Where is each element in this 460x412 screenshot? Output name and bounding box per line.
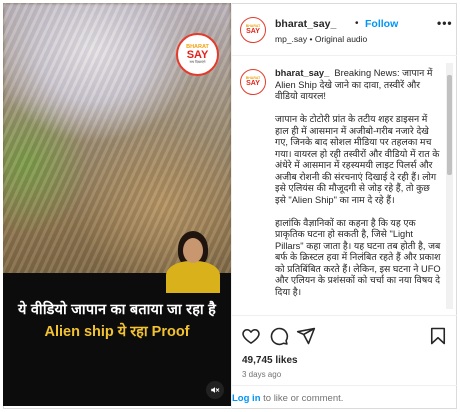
like-button[interactable] bbox=[241, 326, 261, 346]
login-link[interactable]: Log in bbox=[232, 393, 261, 404]
login-prompt-text: to like or comment. bbox=[260, 393, 344, 404]
login-prompt: Log in to like or comment. bbox=[232, 385, 457, 410]
caption-text: bharat_say_ Breaking News: जापान में Ali… bbox=[275, 68, 443, 298]
video-caption-line1: ये वीडियो जापान का बताया जा रहा है bbox=[17, 302, 216, 318]
post-media-video[interactable]: BHARAT SAY सच दिखाएंगे ये वीडियो जापान क… bbox=[3, 3, 231, 406]
comment-icon bbox=[270, 327, 289, 346]
caption-body: Breaking News: जापान में Alien Ship देखे… bbox=[275, 68, 441, 297]
username-link[interactable]: bharat_say_ bbox=[275, 18, 336, 30]
avatar[interactable]: BHARAT SAY bbox=[240, 17, 266, 43]
channel-logo: BHARAT SAY सच दिखाएंगे bbox=[176, 33, 219, 76]
post-actions: 49,745 likes 3 days ago Log in to like o… bbox=[232, 315, 457, 409]
caption-username[interactable]: bharat_say_ bbox=[275, 68, 329, 78]
news-presenter bbox=[160, 231, 226, 293]
post-details-panel: BHARAT SAY bharat_say_ • Follow mp_.say … bbox=[231, 3, 457, 409]
bookmark-icon bbox=[430, 327, 446, 345]
caption-avatar[interactable]: BHARAT SAY bbox=[240, 69, 266, 95]
comment-button[interactable] bbox=[269, 326, 289, 346]
likes-count[interactable]: 49,745 likes bbox=[242, 355, 298, 366]
mute-button[interactable] bbox=[206, 381, 224, 399]
video-caption-line2: Alien ship ये रहा Proof bbox=[44, 324, 190, 340]
follow-button[interactable]: Follow bbox=[365, 18, 398, 30]
post-timestamp[interactable]: 3 days ago bbox=[242, 370, 281, 379]
share-button[interactable] bbox=[296, 326, 316, 346]
share-icon bbox=[296, 327, 316, 345]
post-header: BHARAT SAY bharat_say_ • Follow mp_.say … bbox=[232, 3, 457, 56]
more-options-icon[interactable]: ••• bbox=[437, 16, 453, 30]
audio-subline[interactable]: mp_.say • Original audio bbox=[275, 34, 367, 44]
save-button[interactable] bbox=[428, 326, 448, 346]
caption-area: BHARAT SAY bharat_say_ Breaking News: जा… bbox=[232, 57, 457, 315]
heart-icon bbox=[242, 328, 260, 344]
separator-dot: • bbox=[355, 18, 359, 29]
speaker-muted-icon bbox=[211, 387, 220, 393]
scrollbar-thumb[interactable] bbox=[447, 75, 452, 175]
